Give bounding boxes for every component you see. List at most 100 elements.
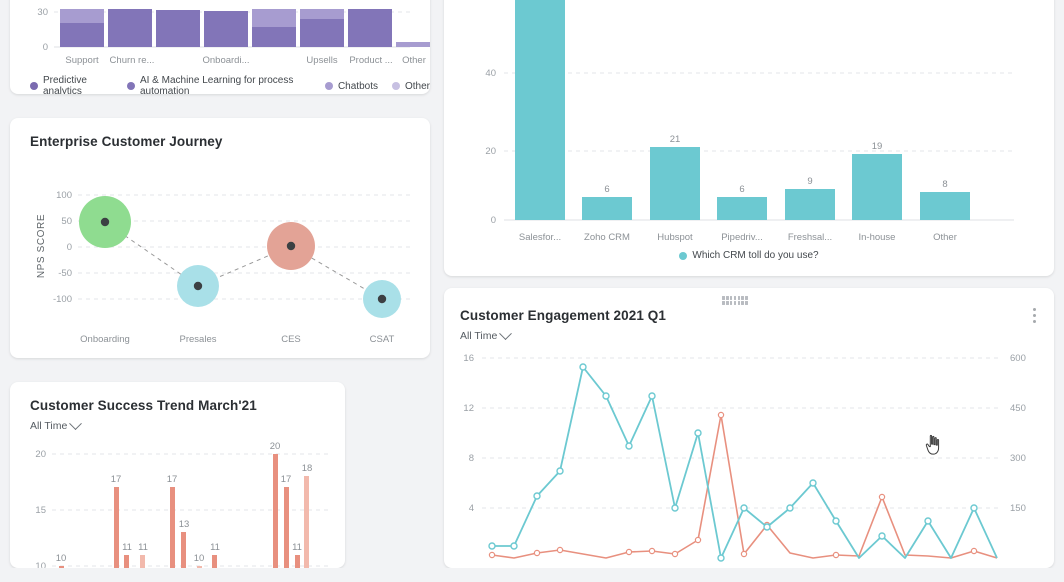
customer-engagement-card[interactable]: Customer Engagement 2021 Q1 All Time 16 …	[444, 288, 1054, 568]
crm-val-freshsales: 9	[807, 176, 812, 187]
customer-success-trend-card[interactable]: Customer Success Trend March'21 All Time…	[10, 382, 345, 568]
trend-val-9: 17	[281, 474, 292, 485]
trend-val-10: 11	[292, 542, 302, 553]
legend-label: Which CRM toll do you use?	[692, 250, 819, 261]
crm-val-pipedrive: 6	[739, 184, 744, 195]
crm-bar-freshsales[interactable]	[785, 189, 835, 220]
engagement-right-ytick-300: 300	[1010, 453, 1026, 464]
engagement-left-ytick-16: 16	[463, 353, 474, 364]
crm-cat-3: Pipedriv...	[721, 232, 763, 243]
survey-cat-1: Churn re...	[110, 55, 155, 66]
crm-cat-0: Salesfor...	[519, 232, 561, 243]
legend-dot-icon	[679, 251, 688, 260]
crm-val-inhouse: 19	[872, 141, 883, 152]
engagement-left-ytick-4: 4	[469, 503, 474, 514]
engagement-left-ytick-8: 8	[469, 453, 474, 464]
kebab-menu-icon[interactable]	[1033, 308, 1036, 323]
crm-category-labels: Salesfor... Zoho CRM Hubspot Pipedriv...…	[519, 232, 957, 243]
journey-cat-presales: Presales	[180, 334, 217, 345]
engagement-left-ytick-12: 12	[463, 403, 474, 414]
legend-label: AI & Machine Learning for process automa…	[139, 75, 294, 94]
crm-bar-chart: 40 20 0 6 21 6 9 19 8 Salesfor... Zoho C…	[485, 0, 1014, 243]
trend-val-0: 10	[56, 553, 67, 564]
legend-item-predictive-analytics[interactable]: Predictive analytics	[30, 75, 113, 94]
engagement-right-ytick-450: 450	[1010, 403, 1026, 414]
survey-legend: Predictive analytics AI & Machine Learni…	[30, 75, 430, 94]
page-bottom-strip	[0, 568, 1064, 582]
survey-ytick-30: 30	[37, 7, 48, 18]
trend-val-5: 13	[179, 519, 190, 530]
legend-item-crm-question[interactable]: Which CRM toll do you use?	[679, 250, 819, 261]
journey-ytick-100: 100	[56, 190, 72, 201]
legend-item-chatbots[interactable]: Chatbots	[324, 80, 378, 92]
trend-val-7: 11	[210, 542, 220, 553]
drag-handle-icon[interactable]	[722, 296, 748, 305]
survey-cat-0: Support	[65, 55, 99, 66]
engagement-right-ytick-150: 150	[1010, 503, 1026, 514]
crm-bar-hubspot[interactable]	[650, 147, 700, 220]
journey-ytick-neg50: -50	[58, 268, 72, 279]
legend-dot-icon	[391, 82, 400, 90]
trend-ytick-10: 10	[35, 561, 46, 568]
survey-ytick-0: 0	[43, 42, 48, 53]
journey-bubble-group	[79, 196, 401, 318]
legend-dot-icon	[324, 82, 333, 90]
survey-cat-7: Other	[402, 55, 426, 66]
trend-ytick-20: 20	[35, 449, 46, 460]
survey-cat-3: Onboardi...	[203, 55, 250, 66]
journey-bubble-chart: NPS SCORE 100 50 0 -50 -100 Onboarding P…	[36, 190, 410, 345]
crm-tool-bar-card[interactable]: 40 20 0 6 21 6 9 19 8 Salesfor... Zoho C…	[444, 0, 1054, 276]
legend-label: Chatbots	[337, 80, 378, 92]
journey-cat-csat: CSAT	[370, 334, 395, 345]
chevron-down-icon	[69, 416, 83, 430]
crm-ytick-40: 40	[485, 68, 496, 79]
crm-cat-2: Hubspot	[657, 232, 693, 243]
legend-dot-icon	[126, 82, 135, 90]
journey-ytick-50: 50	[61, 216, 72, 227]
trend-val-1: 17	[111, 474, 122, 485]
trend-val-4: 17	[167, 474, 178, 485]
engagement-time-filter[interactable]: All Time	[460, 326, 513, 342]
crm-bar-inhouse[interactable]	[852, 154, 902, 220]
journey-ytick-0: 0	[67, 242, 72, 253]
survey-cat-6: Product ...	[349, 55, 392, 66]
survey-stacked-bar-card[interactable]: 30 0 Support Churn re... Onboardi... Ups…	[10, 0, 430, 94]
journey-cat-ces: CES	[281, 334, 301, 345]
trend-val-6: 10	[194, 553, 205, 564]
engagement-line-chart: 16 12 8 4 600 450 300 150	[463, 353, 1026, 562]
crm-cat-5: In-house	[859, 232, 896, 243]
crm-cat-1: Zoho CRM	[584, 232, 630, 243]
crm-val-zoho: 6	[604, 184, 609, 195]
dashboard-page: 30 0 Support Churn re... Onboardi... Ups…	[0, 0, 1064, 582]
crm-bar-salesforce[interactable]	[515, 0, 565, 220]
legend-item-ai-ml[interactable]: AI & Machine Learning for process automa…	[126, 75, 311, 94]
journey-connector-path	[104, 221, 383, 300]
survey-cat-5: Upsells	[306, 55, 337, 66]
trend-val-11: 18	[302, 463, 313, 474]
trend-card-title: Customer Success Trend March'21	[30, 398, 257, 413]
legend-dot-icon	[30, 82, 38, 90]
crm-ytick-0: 0	[491, 215, 496, 226]
trend-time-filter-label: All Time	[30, 420, 68, 432]
crm-bar-zoho[interactable]	[582, 197, 632, 220]
engagement-right-ytick-600: 600	[1010, 353, 1026, 364]
legend-label: Predictive analytics	[43, 75, 87, 94]
crm-val-other: 8	[942, 179, 947, 190]
journey-card-title: Enterprise Customer Journey	[30, 134, 223, 149]
crm-bar-other[interactable]	[920, 192, 970, 220]
crm-cat-6: Other	[933, 232, 957, 243]
enterprise-customer-journey-card[interactable]: Enterprise Customer Journey NPS SCORE 10…	[10, 118, 430, 358]
trend-val-8: 20	[270, 441, 281, 452]
crm-legend: Which CRM toll do you use?	[444, 250, 1054, 261]
trend-val-3: 11	[138, 542, 148, 553]
trend-ytick-15: 15	[35, 505, 46, 516]
journey-cat-onboarding: Onboarding	[80, 334, 130, 345]
crm-cat-4: Freshsal...	[788, 232, 832, 243]
chevron-down-icon	[499, 326, 513, 340]
survey-bar-group	[60, 9, 430, 47]
legend-item-other[interactable]: Other	[391, 81, 430, 92]
crm-val-hubspot: 21	[670, 134, 681, 145]
crm-bar-pipedrive[interactable]	[717, 197, 767, 220]
engagement-primary-line	[492, 366, 998, 559]
trend-time-filter[interactable]: All Time	[30, 416, 83, 432]
